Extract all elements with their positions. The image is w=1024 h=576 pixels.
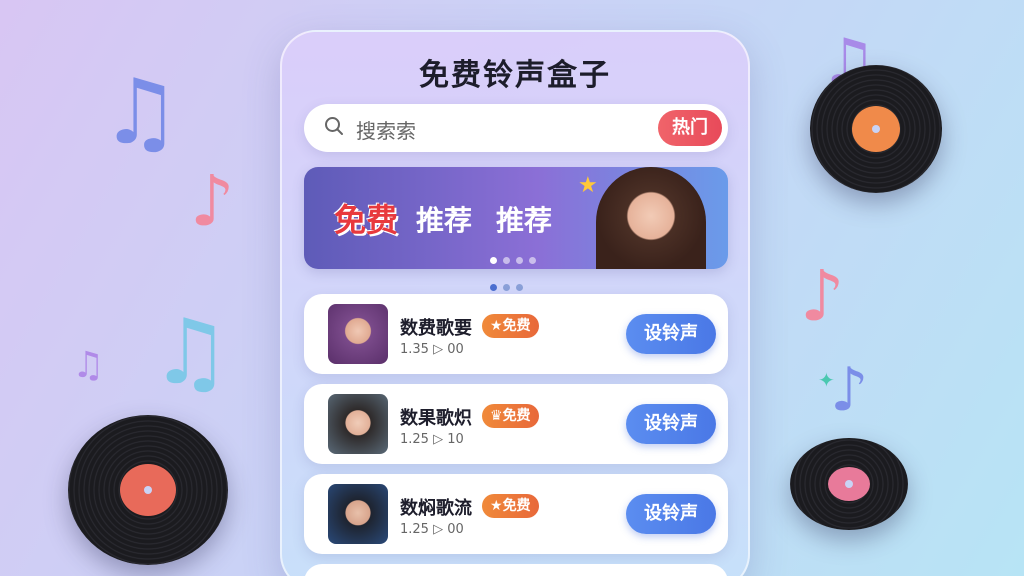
- crown-icon: ★: [490, 498, 503, 514]
- song-title: 数焖歌流: [400, 498, 472, 519]
- list-item[interactable]: 数果歌炽 ♛免费 1.25 ▷ 10 设铃声: [304, 384, 728, 464]
- vinyl-record-icon: [68, 415, 228, 565]
- free-badge: ♛免费: [482, 404, 539, 428]
- banner-dot[interactable]: [529, 257, 536, 264]
- music-note-icon: ♫: [150, 300, 231, 405]
- song-meta: 1.25 ▷ 10: [400, 432, 464, 447]
- banner-word-free: 免费: [334, 201, 399, 239]
- banner-word-recommend: 推荐: [496, 204, 553, 237]
- carousel-pager: [490, 276, 529, 295]
- song-meta: 1.35 ▷ 00: [400, 342, 464, 357]
- vinyl-record-icon: [810, 65, 942, 193]
- crown-icon: ★: [490, 318, 503, 334]
- avatar: [328, 484, 388, 544]
- crown-icon: ♛: [490, 408, 503, 424]
- banner-dots: [490, 249, 542, 268]
- list-item[interactable]: 数焖歌流 ★免费 1.25 ▷ 00 设铃声: [304, 474, 728, 554]
- search-input[interactable]: 搜索索: [356, 115, 416, 144]
- music-note-icon: ♪: [800, 255, 845, 337]
- promo-banner[interactable]: 免费 推荐 推荐 ★: [304, 167, 728, 269]
- free-badge: ★免费: [482, 314, 539, 338]
- free-badge: ★免费: [482, 494, 539, 518]
- search-bar[interactable]: 搜索索 热门: [304, 104, 728, 152]
- music-note-icon: ♪: [830, 355, 869, 425]
- banner-portrait: [596, 167, 706, 269]
- avatar: [328, 394, 388, 454]
- music-note-icon: ♫: [100, 60, 181, 165]
- banner-dot[interactable]: [490, 257, 497, 264]
- banner-dot[interactable]: [516, 257, 523, 264]
- banner-dot[interactable]: [503, 257, 510, 264]
- list-item[interactable]: 数费歌要 ★免费 1.35 ▷ 00 设铃声: [304, 294, 728, 374]
- sparkle-icon: ✦: [818, 368, 835, 392]
- set-ringtone-button[interactable]: 设铃声: [626, 404, 716, 444]
- song-title: 数费歌要: [400, 318, 472, 339]
- hot-button[interactable]: 热门: [658, 110, 722, 146]
- list-item[interactable]: [304, 564, 728, 576]
- pager-dot[interactable]: [503, 284, 510, 291]
- music-note-icon: ♪: [190, 160, 235, 242]
- phone-screen: 免费铃声盒子 搜索索 热门 免费 推荐 推荐 ★ 数费歌要 ★免费 1.35 ▷…: [280, 30, 750, 576]
- page-title: 免费铃声盒子: [419, 58, 611, 93]
- vinyl-record-icon: [790, 438, 908, 530]
- music-note-icon: ♫: [72, 345, 105, 386]
- star-icon: ★: [578, 173, 598, 198]
- pager-dot[interactable]: [516, 284, 523, 291]
- set-ringtone-button[interactable]: 设铃声: [626, 494, 716, 534]
- song-meta: 1.25 ▷ 00: [400, 522, 464, 537]
- pager-dot[interactable]: [490, 284, 497, 291]
- search-icon: [325, 117, 343, 135]
- set-ringtone-button[interactable]: 设铃声: [626, 314, 716, 354]
- song-title: 数果歌炽: [400, 408, 472, 429]
- banner-word-recommend: 推荐: [416, 204, 473, 237]
- avatar: [328, 304, 388, 364]
